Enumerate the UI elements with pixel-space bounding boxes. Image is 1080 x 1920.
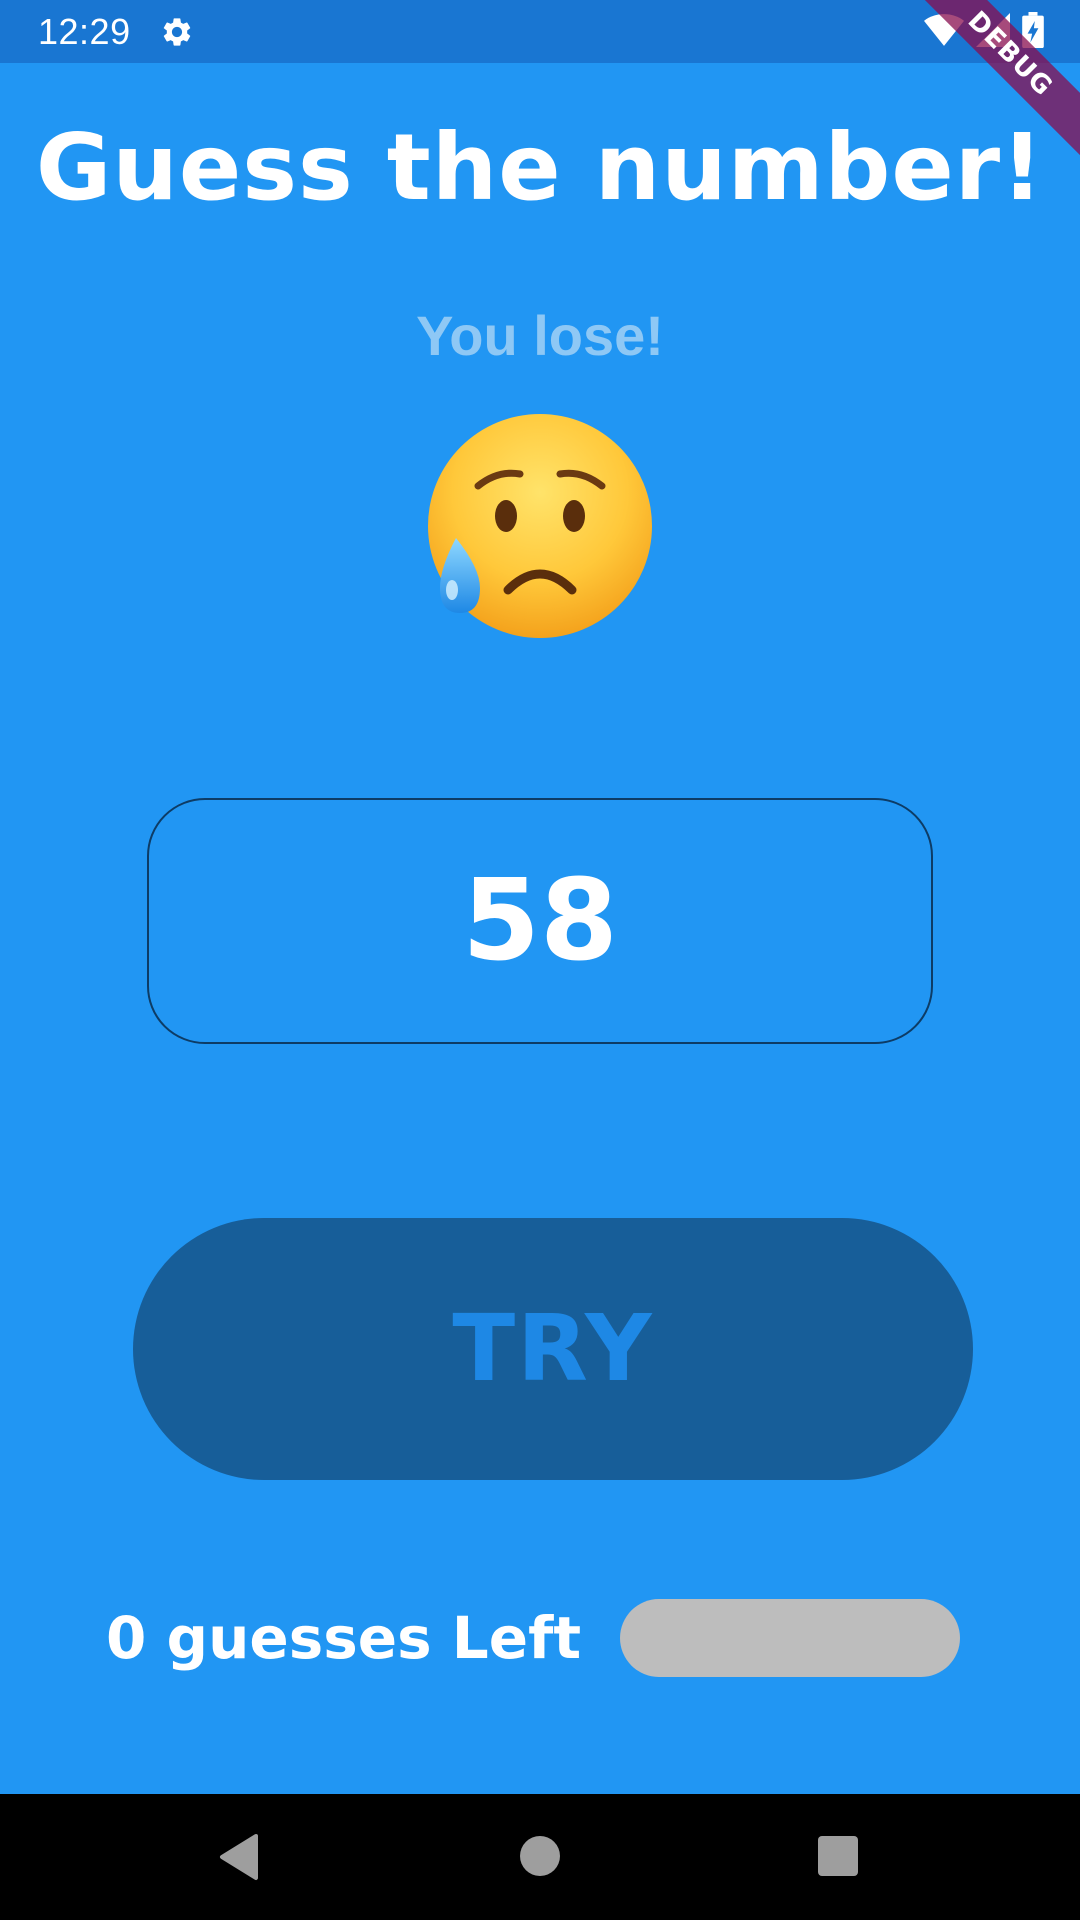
status-time: 12:29 bbox=[38, 11, 131, 52]
back-icon[interactable] bbox=[216, 1832, 260, 1882]
result-message: You lose! bbox=[416, 304, 664, 367]
navigation-bar bbox=[0, 1794, 1080, 1920]
sad-but-relieved-face-icon bbox=[420, 408, 660, 648]
try-button[interactable]: TRY bbox=[133, 1218, 973, 1480]
page-title: Guess the number! bbox=[35, 114, 1045, 221]
settings-icon bbox=[160, 15, 194, 49]
guess-input[interactable] bbox=[147, 798, 933, 1044]
recents-icon[interactable] bbox=[818, 1836, 858, 1876]
guesses-progress-bar bbox=[620, 1599, 960, 1677]
status-bar: 12:29 DEBUG bbox=[0, 0, 1080, 169]
home-icon[interactable] bbox=[520, 1836, 560, 1876]
guesses-left-label: 0 guesses Left bbox=[106, 1604, 582, 1672]
